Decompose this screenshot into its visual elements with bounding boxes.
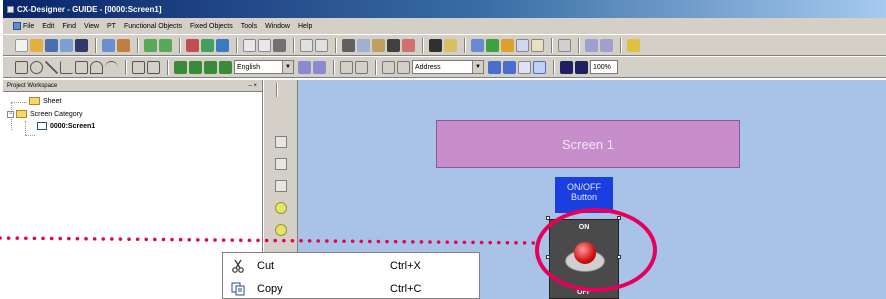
menu-item-cut[interactable]: Cut Ctrl+X <box>223 255 479 277</box>
menu-item-shortcut: Ctrl+C <box>390 283 422 295</box>
menu-item-shortcut: Ctrl+X <box>390 260 421 272</box>
dotted-pointer-line <box>0 236 539 245</box>
menu-item-copy[interactable]: Copy Ctrl+C <box>223 278 479 299</box>
menu-item-label: Cut <box>257 260 275 272</box>
menu-item-label: Copy <box>257 283 283 295</box>
context-menu: Cut Ctrl+X Copy Ctrl+C <box>222 252 480 299</box>
copy-icon <box>231 282 245 296</box>
highlight-circle <box>535 208 657 292</box>
scissors-icon <box>231 259 245 273</box>
